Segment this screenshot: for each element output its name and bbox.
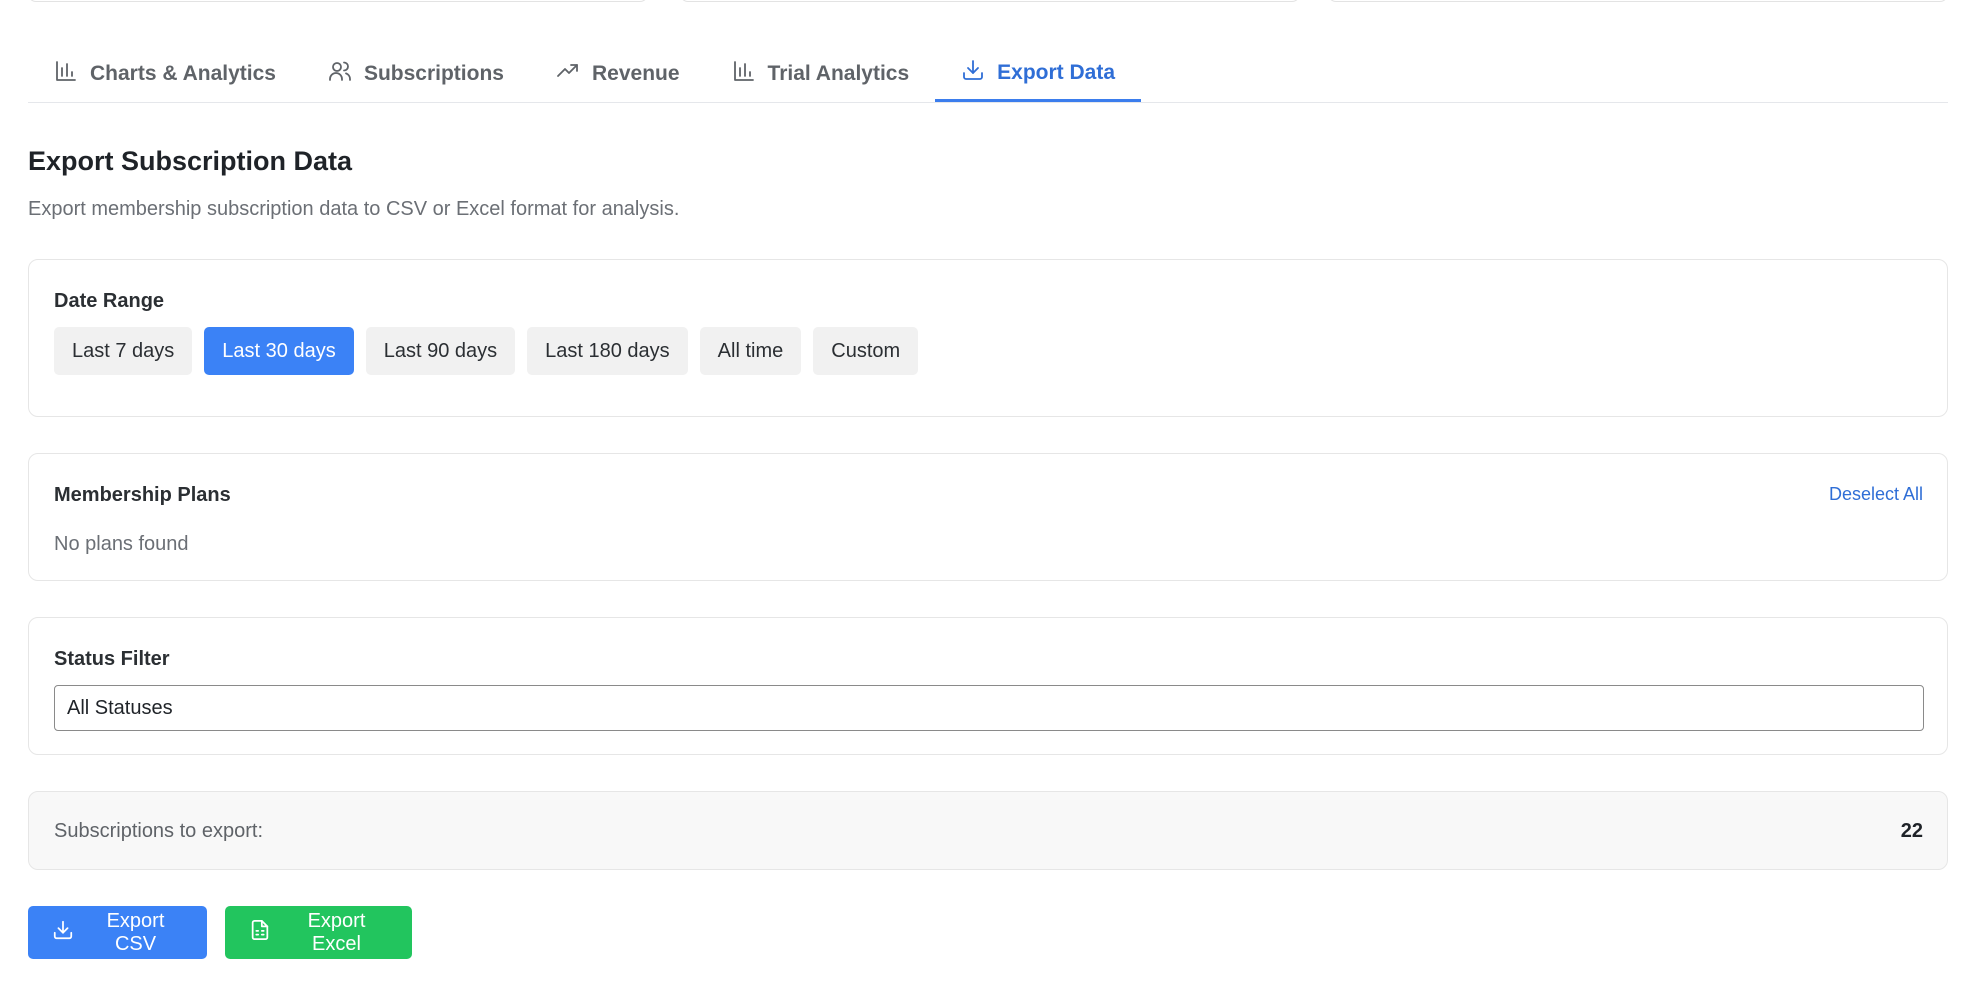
range-custom-button[interactable]: Custom: [813, 327, 919, 375]
status-filter-card: Status Filter All Statuses: [28, 617, 1948, 755]
export-summary-card: Subscriptions to export: 22: [28, 791, 1948, 870]
range-last-90-days-button[interactable]: Last 90 days: [365, 327, 516, 375]
range-last-180-days-button[interactable]: Last 180 days: [527, 327, 688, 375]
tab-label: Revenue: [591, 62, 680, 85]
tab-revenue[interactable]: Revenue: [530, 46, 706, 102]
subscriptions-to-export-count: 22: [1900, 820, 1923, 842]
membership-plans-label: Membership Plans: [54, 484, 231, 506]
summary-card-3: [1328, 0, 1948, 2]
trending-up-icon: [556, 59, 580, 89]
page-title: Export Subscription Data: [28, 146, 353, 176]
tab-label: Subscriptions: [363, 62, 504, 85]
status-filter-label: Status Filter: [54, 648, 170, 670]
tab-charts-analytics[interactable]: Charts & Analytics: [28, 46, 302, 102]
tab-bar: Charts & Analytics Subscriptions Revenue…: [28, 46, 1948, 103]
bar-chart-icon: [54, 59, 78, 89]
top-summary-cards: [28, 0, 1948, 2]
tab-export-data[interactable]: Export Data: [935, 46, 1142, 102]
export-csv-button[interactable]: Export CSV: [28, 906, 207, 959]
deselect-all-link[interactable]: Deselect All: [1829, 484, 1923, 505]
no-plans-message: No plans found: [54, 533, 189, 555]
export-excel-label: Export Excel: [307, 909, 366, 955]
file-spreadsheet-icon: [249, 919, 271, 947]
tab-label: Export Data: [997, 60, 1116, 84]
status-filter-select[interactable]: All Statuses: [54, 685, 1924, 731]
tab-subscriptions[interactable]: Subscriptions: [302, 46, 530, 102]
date-range-label: Date Range: [54, 290, 165, 312]
date-range-options: Last 7 days Last 30 days Last 90 days La…: [54, 327, 919, 375]
download-icon: [961, 58, 985, 88]
summary-card-2: [680, 0, 1300, 2]
users-icon: [328, 59, 352, 89]
export-csv-label: Export CSV: [106, 909, 165, 955]
page-description: Export membership subscription data to C…: [28, 198, 680, 220]
membership-plans-card: Membership Plans Deselect All No plans f…: [28, 453, 1948, 581]
tab-label: Trial Analytics: [767, 62, 910, 85]
download-icon: [52, 919, 74, 947]
summary-card-1: [28, 0, 648, 2]
bar-chart-icon: [732, 59, 756, 89]
export-excel-button[interactable]: Export Excel: [225, 906, 412, 959]
date-range-card: Date Range Last 7 days Last 30 days Last…: [28, 259, 1948, 417]
range-last-30-days-button[interactable]: Last 30 days: [204, 327, 354, 375]
subscriptions-to-export-label: Subscriptions to export:: [54, 820, 263, 842]
range-all-time-button[interactable]: All time: [699, 327, 802, 375]
tab-trial-analytics[interactable]: Trial Analytics: [706, 46, 936, 102]
range-last-7-days-button[interactable]: Last 7 days: [54, 327, 193, 375]
tab-label: Charts & Analytics: [90, 62, 276, 85]
